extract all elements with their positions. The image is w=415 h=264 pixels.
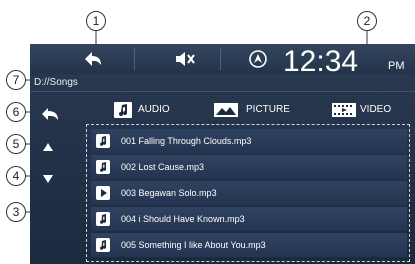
music-note-icon bbox=[114, 102, 132, 118]
back-arrow-icon[interactable] bbox=[82, 49, 104, 69]
clock-ampm: PM bbox=[388, 60, 405, 72]
file-name: 002 Lost Cause.mp3 bbox=[121, 162, 205, 172]
file-row[interactable]: 002 Lost Cause.mp3 bbox=[91, 155, 407, 179]
return-button[interactable] bbox=[40, 106, 62, 122]
device-screen: 12:34 PM D://Songs AUDIO PICTURE VIDEO 0… bbox=[30, 44, 415, 264]
callout-6: 6 bbox=[6, 102, 26, 122]
file-name: 005 Something I like About You.mp3 bbox=[121, 240, 266, 250]
file-name: 004 i Should Have Known.mp3 bbox=[121, 214, 245, 224]
picture-icon bbox=[214, 103, 238, 117]
music-note-icon bbox=[96, 134, 110, 148]
callout-3: 3 bbox=[6, 202, 26, 222]
page-down-button[interactable] bbox=[40, 173, 56, 185]
file-list: 001 Falling Through Clouds.mp3 002 Lost … bbox=[86, 124, 410, 262]
page-up-button[interactable] bbox=[40, 141, 56, 153]
header-divider bbox=[30, 91, 415, 92]
status-separator bbox=[134, 48, 135, 70]
music-note-icon bbox=[96, 160, 110, 174]
file-row[interactable]: 004 i Should Have Known.mp3 bbox=[91, 207, 407, 231]
music-note-icon bbox=[96, 212, 110, 226]
tab-video[interactable]: VIDEO bbox=[332, 100, 412, 120]
file-name: 003 Begawan Solo.mp3 bbox=[121, 188, 217, 198]
file-row[interactable]: 005 Something I like About You.mp3 bbox=[91, 233, 407, 257]
mute-icon[interactable] bbox=[174, 51, 196, 67]
tab-picture[interactable]: PICTURE bbox=[214, 100, 314, 120]
file-row[interactable]: 001 Falling Through Clouds.mp3 bbox=[91, 129, 407, 153]
film-icon bbox=[332, 103, 356, 117]
music-note-icon bbox=[96, 238, 110, 252]
clock-time: 12:34 bbox=[283, 45, 359, 78]
tab-audio-label: AUDIO bbox=[138, 104, 170, 115]
file-row[interactable]: 003 Begawan Solo.mp3 bbox=[91, 181, 407, 205]
callout-7: 7 bbox=[6, 70, 26, 90]
play-icon bbox=[96, 186, 110, 200]
callout-4: 4 bbox=[6, 166, 26, 186]
callout-5: 5 bbox=[6, 134, 26, 154]
folder-path: D://Songs bbox=[34, 77, 78, 88]
callout-1: 1 bbox=[86, 11, 106, 31]
tab-picture-label: PICTURE bbox=[246, 104, 290, 115]
navigation-icon[interactable] bbox=[248, 49, 268, 69]
status-bar: 12:34 PM bbox=[30, 44, 415, 78]
status-separator bbox=[220, 48, 221, 70]
callout-2: 2 bbox=[357, 11, 377, 31]
tab-video-label: VIDEO bbox=[360, 104, 392, 115]
file-name: 001 Falling Through Clouds.mp3 bbox=[121, 136, 252, 146]
tab-audio[interactable]: AUDIO bbox=[114, 100, 194, 120]
